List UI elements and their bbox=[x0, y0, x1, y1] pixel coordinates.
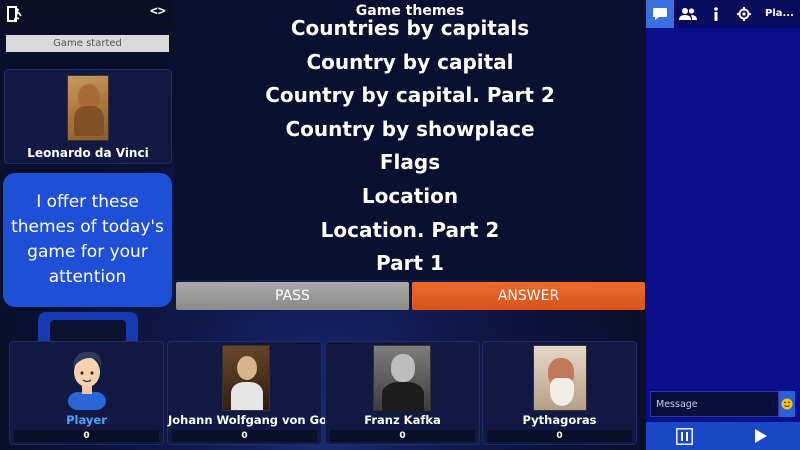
answer-button[interactable]: ANSWER bbox=[412, 282, 645, 310]
player-score: 0 bbox=[330, 430, 475, 442]
tab-settings[interactable] bbox=[730, 0, 758, 28]
kafka-portrait bbox=[373, 345, 431, 412]
theme-item: Part 1 bbox=[376, 251, 444, 276]
player-card-pythagoras[interactable]: Pythagoras 0 bbox=[482, 341, 637, 445]
host-name: Leonardo da Vinci bbox=[27, 146, 149, 160]
board-title: Game themes bbox=[355, 3, 465, 19]
users-icon bbox=[679, 8, 697, 20]
player-name: Johann Wolfgang von Goethe bbox=[168, 413, 357, 427]
smiley-icon bbox=[781, 398, 793, 410]
panel-tabs: Pla... bbox=[646, 0, 800, 28]
player-name: Player bbox=[66, 413, 107, 427]
theme-item: Location. Part 2 bbox=[320, 217, 500, 242]
player-card-kafka[interactable]: Franz Kafka 0 bbox=[325, 341, 480, 445]
game-controls-bar bbox=[646, 422, 800, 450]
exit-icon[interactable] bbox=[6, 5, 24, 23]
theme-item: Country by capital. Part 2 bbox=[265, 83, 555, 108]
tab-players[interactable] bbox=[674, 0, 702, 28]
chat-bubble-icon bbox=[653, 8, 667, 20]
cartoon-avatar-icon bbox=[68, 351, 106, 410]
tab-chat[interactable] bbox=[646, 0, 674, 28]
pass-button[interactable]: PASS bbox=[176, 282, 409, 310]
collapse-arrows-icon[interactable]: <> bbox=[150, 4, 166, 19]
host-card: Leonardo da Vinci bbox=[4, 69, 172, 164]
emoji-button[interactable] bbox=[779, 391, 795, 417]
host-speech-bubble: I offer these themes of today's game for… bbox=[3, 173, 172, 307]
player-score: 0 bbox=[487, 430, 632, 442]
themes-board: Game themes Countries by capitals Countr… bbox=[174, 0, 646, 280]
theme-item: Location bbox=[361, 183, 459, 208]
message-input[interactable] bbox=[650, 391, 779, 417]
info-icon bbox=[714, 7, 718, 21]
player-card-goethe[interactable]: Johann Wolfgang von Goethe 0 bbox=[167, 341, 357, 445]
player-name: Pythagoras bbox=[522, 413, 597, 427]
theme-item: Flags bbox=[379, 150, 441, 175]
play-icon[interactable] bbox=[754, 428, 768, 444]
tab-info[interactable] bbox=[702, 0, 730, 28]
player-score: 0 bbox=[14, 430, 159, 442]
tab-play[interactable]: Pla... bbox=[765, 0, 794, 28]
theme-item: Country by capital bbox=[306, 49, 514, 74]
pause-icon[interactable] bbox=[676, 428, 693, 445]
theme-item: Country by showplace bbox=[285, 116, 535, 141]
host-portrait bbox=[67, 75, 109, 141]
player-name: Franz Kafka bbox=[364, 413, 441, 427]
theme-list: Countries by capitals Country by capital… bbox=[174, 12, 646, 280]
game-status-bar: Game started bbox=[6, 35, 169, 52]
chat-panel: Pla... bbox=[646, 0, 800, 450]
goethe-portrait bbox=[222, 345, 270, 411]
player-score: 0 bbox=[172, 430, 317, 442]
top-left-header: <> bbox=[0, 0, 174, 28]
gear-icon bbox=[737, 7, 751, 21]
player-card-player[interactable]: Player 0 bbox=[9, 341, 164, 445]
pythagoras-portrait bbox=[533, 345, 587, 411]
